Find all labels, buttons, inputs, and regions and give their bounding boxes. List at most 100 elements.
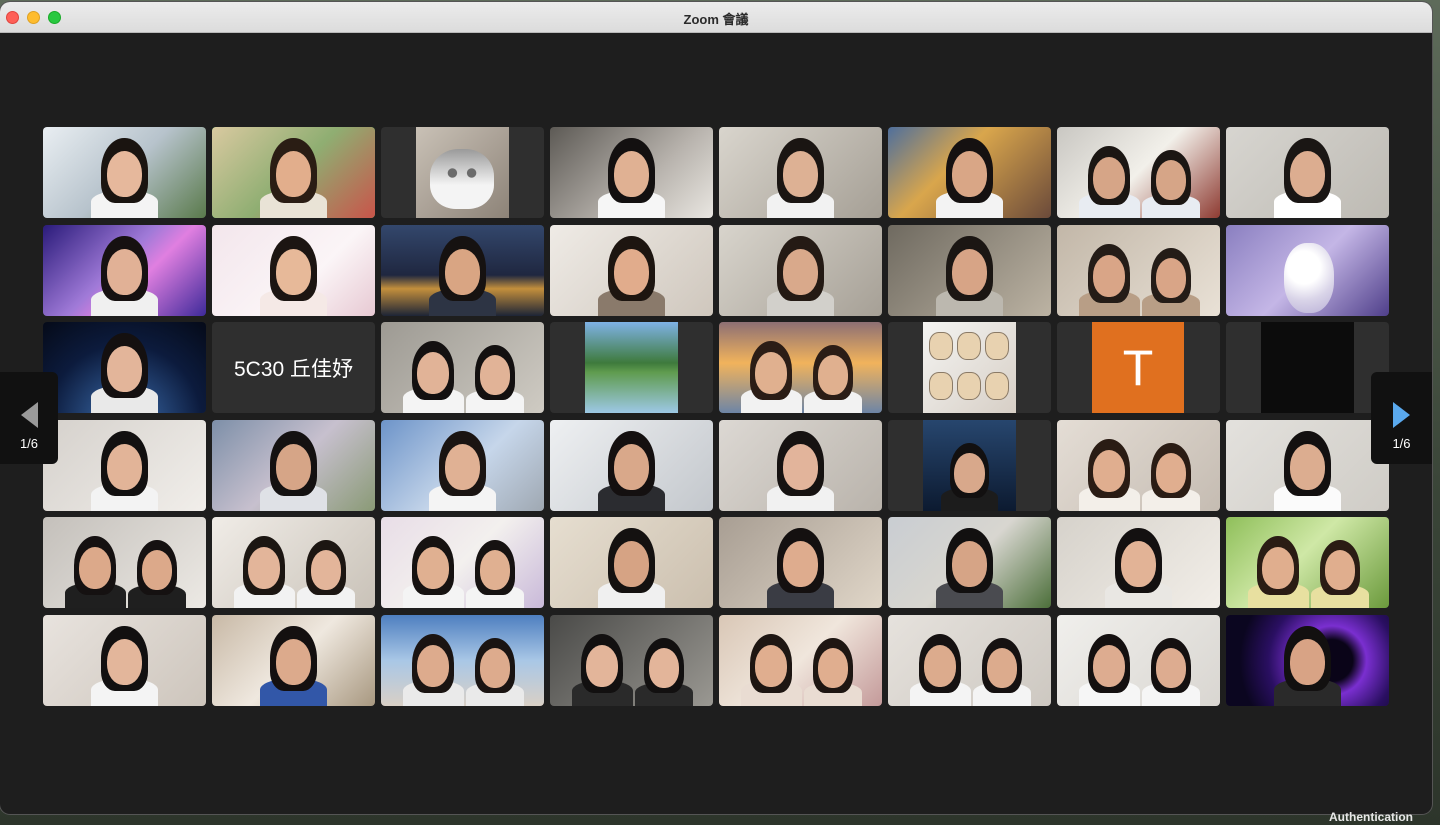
participant-video-tile[interactable] (719, 127, 882, 218)
participant-video-tile[interactable] (888, 615, 1051, 706)
participant-video-tile[interactable] (888, 322, 1051, 413)
participant-video-tile[interactable] (1226, 517, 1389, 608)
participant-video-tile[interactable] (1226, 127, 1389, 218)
participant-video-tile[interactable] (550, 127, 713, 218)
participant-figure (90, 232, 159, 316)
participant-video-tile[interactable] (550, 517, 713, 608)
video-feed (719, 127, 882, 218)
participant-face (1155, 648, 1187, 688)
participant-figure (259, 134, 328, 218)
participant-video-tile[interactable] (381, 127, 544, 218)
participant-figure (297, 536, 355, 608)
participant-video-tile[interactable] (1057, 127, 1220, 218)
participant-figure (804, 341, 862, 413)
participant-face (951, 540, 988, 587)
participant-video-tile[interactable] (381, 420, 544, 511)
participant-video-tile[interactable] (1226, 322, 1389, 413)
video-feed (43, 517, 206, 608)
video-feed (1057, 517, 1220, 608)
participant-video-tile[interactable] (888, 420, 1051, 511)
participant-video-tile[interactable] (1057, 420, 1220, 511)
video-feed (1226, 127, 1389, 218)
cartoon-cat-image (929, 372, 953, 400)
participant-video-tile[interactable] (888, 517, 1051, 608)
participant-video-tile[interactable] (381, 615, 544, 706)
participant-video-tile[interactable] (381, 225, 544, 316)
participant-face (1289, 443, 1326, 490)
participant-face (1093, 450, 1126, 492)
participant-face (417, 547, 450, 589)
participant-face (782, 150, 819, 197)
participant-video-tile[interactable] (43, 127, 206, 218)
participant-figure (1142, 439, 1200, 511)
participant-avatar-tile[interactable]: T (1057, 322, 1220, 413)
video-feed (1057, 420, 1220, 511)
participant-figure (90, 622, 159, 706)
participant-video-tile[interactable] (43, 420, 206, 511)
cartoon-cat-image (985, 332, 1009, 360)
participant-figure (259, 232, 328, 316)
video-feed (381, 225, 544, 316)
video-feed (43, 127, 206, 218)
participant-video-tile[interactable] (43, 615, 206, 706)
participant-video-tile[interactable] (381, 517, 544, 608)
participant-video-tile[interactable] (550, 322, 713, 413)
video-feed (888, 225, 1051, 316)
participant-video-tile[interactable] (1057, 517, 1220, 608)
participant-video-tile[interactable] (43, 322, 206, 413)
participant-video-tile[interactable] (43, 517, 206, 608)
participant-video-tile[interactable] (1057, 615, 1220, 706)
next-page-label: 1/6 (1392, 436, 1411, 451)
participant-face (417, 352, 450, 394)
participant-video-tile[interactable] (888, 225, 1051, 316)
participant-video-tile[interactable] (212, 615, 375, 706)
participant-video-tile[interactable] (719, 615, 882, 706)
next-page-button[interactable]: 1/6 (1371, 372, 1432, 464)
video-feed (550, 225, 713, 316)
video-feed (1226, 420, 1389, 511)
participant-video-tile[interactable] (43, 225, 206, 316)
participant-face (1155, 160, 1187, 200)
participant-video-tile[interactable] (719, 322, 882, 413)
previous-page-button[interactable]: 1/6 (0, 372, 58, 464)
participant-face (951, 150, 988, 197)
participant-name-tile[interactable]: 5C30 丘佳妤 (212, 322, 375, 413)
participant-face (1093, 645, 1126, 687)
plush-toy-image (1284, 243, 1334, 313)
video-feed (416, 127, 509, 218)
title-bar[interactable]: Zoom 會議 (0, 2, 1432, 33)
participant-video-tile[interactable] (381, 322, 544, 413)
video-feed (1226, 615, 1389, 706)
participant-video-tile[interactable] (550, 615, 713, 706)
participant-video-tile[interactable] (550, 225, 713, 316)
participant-video-tile[interactable] (212, 517, 375, 608)
video-feed (43, 615, 206, 706)
participant-video-tile[interactable] (719, 517, 882, 608)
cartoon-cat-image (957, 372, 981, 400)
participant-video-tile[interactable] (1226, 225, 1389, 316)
participant-figure (1273, 427, 1342, 511)
participant-face (106, 638, 143, 685)
participant-figure (1247, 532, 1309, 608)
video-feed (212, 225, 375, 316)
participant-figure (1078, 142, 1140, 218)
participant-video-tile[interactable] (212, 420, 375, 511)
participant-face (586, 645, 619, 687)
participant-figure (635, 634, 693, 706)
participant-video-tile[interactable] (212, 127, 375, 218)
participant-video-tile[interactable] (1226, 420, 1389, 511)
participant-video-tile[interactable] (212, 225, 375, 316)
participant-face (817, 355, 849, 395)
participant-video-tile[interactable] (719, 420, 882, 511)
participant-figure (935, 524, 1004, 608)
video-feed (550, 517, 713, 608)
participant-video-tile[interactable] (1057, 225, 1220, 316)
participant-video-tile[interactable] (550, 420, 713, 511)
participant-figure (1078, 435, 1140, 511)
participant-face (1155, 258, 1187, 298)
participant-face (648, 648, 680, 688)
participant-face (755, 352, 788, 394)
participant-video-tile[interactable] (719, 225, 882, 316)
participant-video-tile[interactable] (1226, 615, 1389, 706)
participant-video-tile[interactable] (888, 127, 1051, 218)
